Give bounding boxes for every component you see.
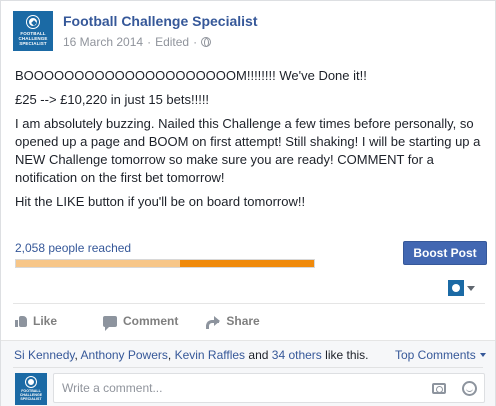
likes-suffix: like this. (321, 348, 369, 362)
commenter-avatar: FOOTBALL CHALLENGE SPECIALIST (15, 373, 47, 405)
thumbs-up-icon (15, 315, 27, 327)
post-paragraph: BOOOOOOOOOOOOOOOOOOOOOM!!!!!!!! We've Do… (15, 68, 367, 83)
like-button[interactable]: Like (15, 314, 57, 328)
like-label: Like (33, 314, 58, 328)
smiley-icon[interactable] (462, 381, 477, 396)
camera-icon[interactable] (432, 383, 446, 394)
people-reached-link[interactable]: 2,058 people reached (15, 241, 131, 255)
page-avatar[interactable]: FOOTBALL CHALLENGE SPECIALIST (13, 11, 53, 51)
likes-sep: , (167, 348, 175, 362)
liker-link[interactable]: Kevin Raffles (175, 348, 245, 362)
football-logo-icon (26, 377, 36, 387)
edited-label[interactable]: Edited (155, 35, 189, 49)
page-voice-icon[interactable] (448, 280, 464, 296)
post-date[interactable]: 16 March 2014 (63, 35, 143, 49)
chevron-down-icon (479, 353, 486, 357)
post-header: FOOTBALL CHALLENGE SPECIALIST Football C… (13, 11, 483, 53)
voice-dropdown-chevron-icon[interactable] (467, 286, 475, 291)
action-bar: Like Comment Share (15, 311, 260, 331)
reach-bar-paid (179, 260, 314, 267)
share-label: Share (226, 314, 260, 328)
page-name-link[interactable]: Football Challenge Specialist (63, 13, 257, 29)
meta-separator: · (147, 35, 152, 49)
boost-post-button[interactable]: Boost Post (403, 241, 487, 265)
comment-button[interactable]: Comment (103, 314, 179, 331)
liker-link[interactable]: Anthony Powers (81, 348, 168, 362)
comment-box[interactable] (53, 373, 485, 403)
likes-summary: Si Kennedy, Anthony Powers, Kevin Raffle… (14, 348, 369, 362)
post-body: BOOOOOOOOOOOOOOOOOOOOOM!!!!!!!! We've Do… (15, 67, 487, 217)
avatar-logo-text: FOOTBALL CHALLENGE SPECIALIST (18, 31, 48, 46)
share-button[interactable]: Share (206, 314, 260, 329)
globe-icon[interactable] (201, 37, 212, 47)
post-meta: 16 March 2014 · Edited · (63, 35, 212, 49)
post-paragraph: £25 --> £10,220 in just 15 bets!!!!! (15, 92, 210, 107)
reach-bar-organic (16, 260, 180, 267)
likes-and-comments: Si Kennedy, Anthony Powers, Kevin Raffle… (1, 340, 495, 406)
share-arrow-icon (206, 315, 221, 329)
post-card: FOOTBALL CHALLENGE SPECIALIST Football C… (0, 0, 496, 406)
comment-input[interactable] (62, 380, 412, 396)
post-paragraph: Hit the LIKE button if you'll be on boar… (15, 194, 306, 209)
avatar-logo-text: FOOTBALL CHALLENGE SPECIALIST (19, 389, 43, 401)
top-comments-label: Top Comments (395, 348, 476, 362)
others-link[interactable]: 34 others (272, 348, 322, 362)
comment-label: Comment (123, 314, 179, 328)
top-comments-dropdown[interactable]: Top Comments (395, 348, 486, 362)
comment-divider (13, 367, 483, 368)
liker-link[interactable]: Si Kennedy (14, 348, 75, 362)
actions-divider (13, 303, 485, 304)
speech-bubble-icon (103, 315, 118, 331)
post-paragraph: I am absolutely buzzing. Nailed this Cha… (15, 116, 481, 185)
reach-progress-bar (15, 259, 315, 268)
meta-separator-2: · (193, 35, 198, 49)
likes-and: and (245, 348, 272, 362)
football-logo-icon (27, 16, 39, 28)
